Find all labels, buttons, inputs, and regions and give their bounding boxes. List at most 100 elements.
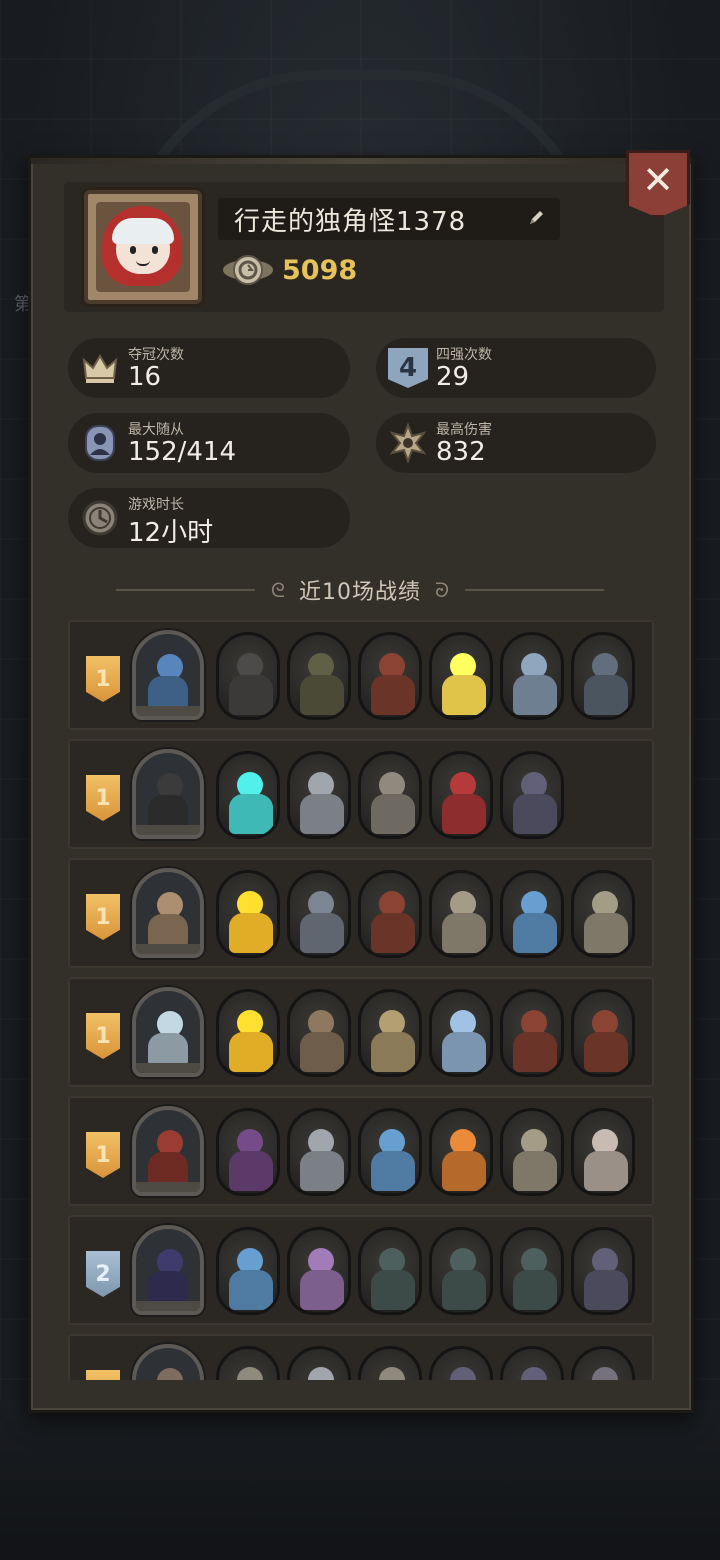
match-row[interactable]: 1 [68, 1096, 654, 1206]
minion-card[interactable] [216, 632, 280, 720]
avatar-eye [152, 246, 158, 254]
minion-body [371, 675, 415, 715]
minion-head [308, 1367, 334, 1380]
minion-card[interactable] [429, 989, 493, 1077]
minion-card[interactable] [216, 751, 280, 839]
match-row[interactable]: 2 [68, 1215, 654, 1325]
crown-icon [82, 354, 118, 383]
minion-card[interactable] [429, 870, 493, 958]
minion-head [592, 1367, 618, 1380]
minion-body [584, 1151, 628, 1191]
minion-head [379, 1367, 405, 1380]
match-history-list[interactable]: 1 1 1 1 1 2 1 [68, 620, 654, 1380]
player-avatar[interactable] [84, 190, 202, 304]
minion-body [513, 675, 557, 715]
minion-card[interactable] [500, 989, 564, 1077]
rank-badge: 1 [86, 1132, 120, 1178]
minion-card[interactable] [571, 1108, 635, 1196]
hero-portrait[interactable] [132, 1106, 204, 1196]
minion-body [229, 1270, 273, 1310]
minion-body [513, 1270, 557, 1310]
stat-label: 游戏时长 [128, 497, 184, 513]
hero-body [148, 1033, 188, 1067]
minion-card[interactable] [216, 1346, 280, 1380]
hero-portrait[interactable] [132, 868, 204, 958]
minion-body [442, 1151, 486, 1191]
stat-label: 夺冠次数 [128, 347, 184, 363]
minion-card[interactable] [571, 989, 635, 1077]
hero-portrait[interactable] [132, 1344, 204, 1380]
minion-card[interactable] [500, 870, 564, 958]
minion-body [513, 913, 557, 953]
close-button[interactable]: ✕ [626, 150, 690, 218]
minion-card[interactable] [500, 632, 564, 720]
hero-body [148, 795, 188, 829]
rank-badge: 1 [86, 1370, 120, 1380]
rank-badge: 1 [86, 1013, 120, 1059]
minion-card[interactable] [571, 870, 635, 958]
minion-body [442, 794, 486, 834]
minion-card[interactable] [571, 632, 635, 720]
hero-portrait[interactable] [132, 630, 204, 720]
clock-icon [82, 500, 118, 536]
section-title: 近10场战绩 [299, 580, 421, 605]
minion-card[interactable] [358, 989, 422, 1077]
hero-portrait[interactable] [132, 749, 204, 839]
minion-card[interactable] [429, 1227, 493, 1315]
minion-card[interactable] [287, 870, 351, 958]
minion-card[interactable] [358, 1227, 422, 1315]
minion-card[interactable] [358, 632, 422, 720]
minion-head [237, 1367, 263, 1380]
hero-portrait[interactable] [132, 987, 204, 1077]
minion-card[interactable] [500, 1227, 564, 1315]
minion-card[interactable] [500, 1346, 564, 1380]
match-row[interactable]: 1 [68, 620, 654, 730]
match-row[interactable]: 1 [68, 1334, 654, 1380]
minion-body [371, 913, 415, 953]
minion-card[interactable] [571, 1227, 635, 1315]
match-row[interactable]: 1 [68, 858, 654, 968]
minion-card[interactable] [216, 1108, 280, 1196]
minion-card[interactable] [287, 1227, 351, 1315]
minion-card[interactable] [287, 989, 351, 1077]
minion-card[interactable] [216, 870, 280, 958]
minion-card[interactable] [216, 1227, 280, 1315]
close-icon: ✕ [642, 158, 674, 202]
minion-head [450, 1367, 476, 1380]
rank-badge: 2 [86, 1251, 120, 1297]
minion-card[interactable] [358, 751, 422, 839]
minion-card[interactable] [287, 1108, 351, 1196]
stat-value: 29 [436, 362, 470, 392]
minion-card[interactable] [358, 1108, 422, 1196]
minion-card[interactable] [358, 870, 422, 958]
stat-label: 最大随从 [128, 422, 184, 438]
background-floor [0, 1400, 720, 1560]
minion-card[interactable] [216, 989, 280, 1077]
minion-body [513, 794, 557, 834]
minion-card[interactable] [287, 1346, 351, 1380]
hero-portrait[interactable] [132, 1225, 204, 1315]
player-name-bar: 行走的独角怪1378 [218, 198, 560, 240]
match-row[interactable]: 1 [68, 739, 654, 849]
swirl-right-icon: ᘒ [435, 578, 450, 602]
minion-card[interactable] [287, 632, 351, 720]
minion-body [442, 913, 486, 953]
minion-card[interactable] [429, 751, 493, 839]
minion-body [584, 913, 628, 953]
minion-card[interactable] [500, 1108, 564, 1196]
match-row[interactable]: 1 [68, 977, 654, 1087]
player-name: 行走的独角怪1378 [234, 206, 467, 237]
minion-card[interactable] [500, 751, 564, 839]
minion-card[interactable] [571, 1346, 635, 1380]
minion-icon [85, 425, 115, 461]
stat-top-four: 4 四强次数 29 [376, 338, 656, 398]
minion-card[interactable] [358, 1346, 422, 1380]
minion-card[interactable] [287, 751, 351, 839]
minion-body [371, 1270, 415, 1310]
damage-star-icon [389, 423, 427, 463]
hero-body [148, 676, 188, 710]
minion-card[interactable] [429, 632, 493, 720]
edit-pencil-icon[interactable] [526, 208, 546, 228]
minion-card[interactable] [429, 1108, 493, 1196]
minion-card[interactable] [429, 1346, 493, 1380]
